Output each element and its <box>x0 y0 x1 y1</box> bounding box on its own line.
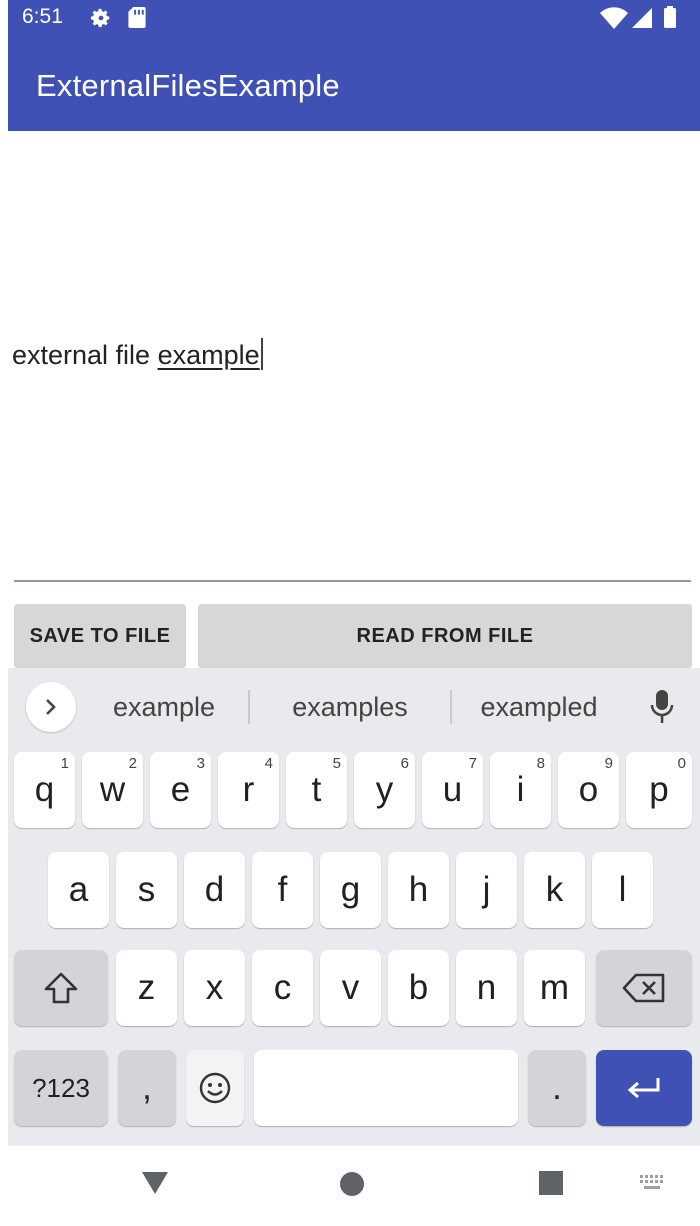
backspace-key[interactable] <box>596 950 692 1026</box>
text-cursor <box>260 338 263 370</box>
recents-square-icon[interactable] <box>538 1170 564 1196</box>
navigation-bar <box>8 1146 700 1226</box>
keyboard-switch-icon[interactable] <box>638 1174 668 1192</box>
key-r[interactable]: r4 <box>218 752 279 828</box>
emoji-key[interactable] <box>186 1050 244 1126</box>
screen: 6:51 ExternalFilesExample external file … <box>0 0 700 1226</box>
wifi-icon <box>600 7 628 30</box>
shift-icon <box>44 972 78 1004</box>
sd-card-icon <box>128 7 146 28</box>
enter-key[interactable] <box>596 1050 692 1126</box>
key-v[interactable]: v <box>320 950 381 1026</box>
expand-suggestions-button[interactable] <box>26 682 76 732</box>
key-e[interactable]: e3 <box>150 752 211 828</box>
text-input[interactable]: external file example <box>12 338 263 371</box>
read-from-file-button[interactable]: READ FROM FILE <box>198 604 692 668</box>
key-b[interactable]: b <box>388 950 449 1026</box>
home-circle-icon[interactable] <box>338 1170 366 1198</box>
key-s[interactable]: s <box>116 852 177 928</box>
key-y[interactable]: y6 <box>354 752 415 828</box>
input-underline <box>14 580 691 582</box>
key-t[interactable]: t5 <box>286 752 347 828</box>
composing-text: example <box>157 340 260 370</box>
back-triangle-icon[interactable] <box>140 1170 170 1196</box>
input-text: external file <box>12 340 158 370</box>
key-q[interactable]: q1 <box>14 752 75 828</box>
key-u[interactable]: u7 <box>422 752 483 828</box>
comma-key[interactable]: , <box>118 1050 176 1126</box>
key-x[interactable]: x <box>184 950 245 1026</box>
suggestion-strip: example examples exampled <box>8 668 700 748</box>
key-d[interactable]: d <box>184 852 245 928</box>
period-key[interactable]: . <box>528 1050 586 1126</box>
key-g[interactable]: g <box>320 852 381 928</box>
suggestion-2[interactable]: examples <box>270 692 430 723</box>
battery-icon <box>664 8 676 28</box>
chevron-right-icon <box>46 699 56 715</box>
app-bar: ExternalFilesExample <box>8 36 700 131</box>
key-z[interactable]: z <box>116 950 177 1026</box>
suggestion-1[interactable]: example <box>94 692 234 723</box>
key-c[interactable]: c <box>252 950 313 1026</box>
key-a[interactable]: a <box>48 852 109 928</box>
status-bar: 6:51 <box>8 0 700 36</box>
emoji-icon <box>199 1072 231 1104</box>
microphone-icon[interactable] <box>648 688 676 726</box>
gear-icon <box>90 8 110 28</box>
status-time: 6:51 <box>22 5 63 28</box>
symbols-key[interactable]: ?123 <box>14 1050 108 1126</box>
key-h[interactable]: h <box>388 852 449 928</box>
key-i[interactable]: i8 <box>490 752 551 828</box>
enter-icon <box>627 1078 660 1099</box>
key-j[interactable]: j <box>456 852 517 928</box>
key-k[interactable]: k <box>524 852 585 928</box>
suggestion-divider <box>248 690 250 724</box>
suggestion-divider <box>450 690 452 724</box>
backspace-icon <box>622 973 665 1003</box>
key-m[interactable]: m <box>524 950 585 1026</box>
soft-keyboard: example examples exampled q1 w2 e3 r4 t5… <box>8 668 700 1146</box>
key-p[interactable]: p0 <box>626 752 692 828</box>
status-indicators <box>600 6 676 30</box>
signal-icon <box>632 8 652 28</box>
key-n[interactable]: n <box>456 950 517 1026</box>
app-title: ExternalFilesExample <box>36 68 340 103</box>
key-w[interactable]: w2 <box>82 752 143 828</box>
key-l[interactable]: l <box>592 852 653 928</box>
space-bar[interactable] <box>254 1050 518 1126</box>
key-f[interactable]: f <box>252 852 313 928</box>
save-to-file-button[interactable]: SAVE TO FILE <box>14 604 186 668</box>
suggestion-3[interactable]: exampled <box>464 692 614 723</box>
key-o[interactable]: o9 <box>558 752 619 828</box>
shift-key[interactable] <box>14 950 108 1026</box>
